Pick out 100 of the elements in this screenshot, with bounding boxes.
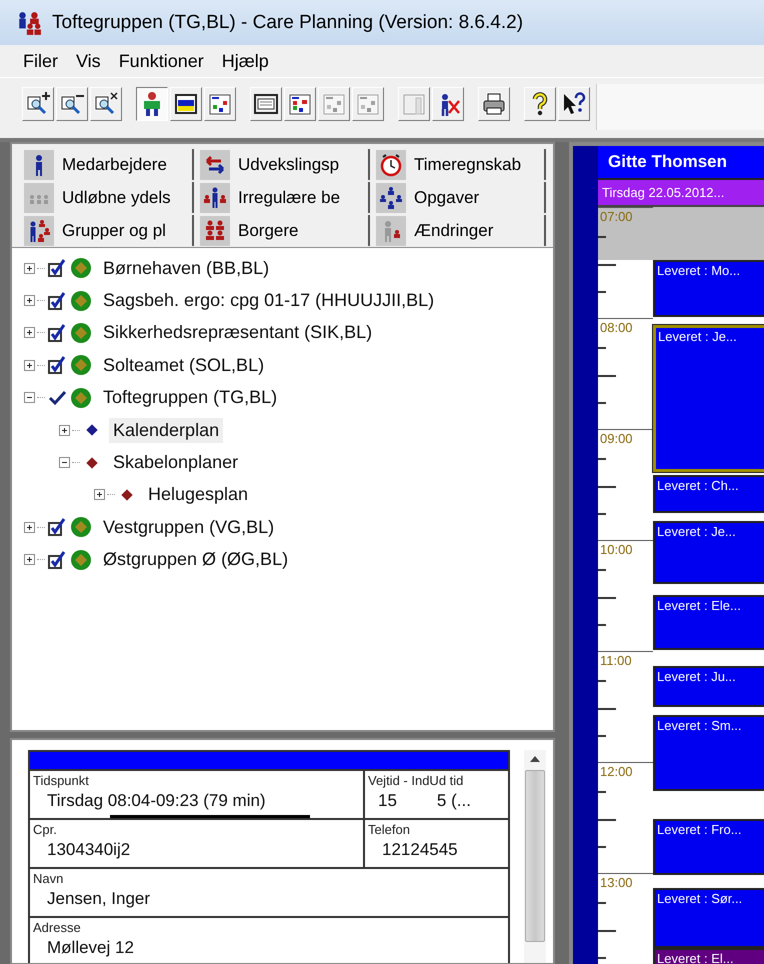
checklist-icon (47, 258, 67, 278)
zoom-in-icon (25, 91, 51, 117)
appointment-text: Leveret : Ch... (656, 478, 739, 493)
people-icon (200, 182, 230, 212)
scroll-thumb[interactable] (525, 770, 545, 942)
tree-item[interactable]: Skabelonplaner (109, 450, 242, 476)
appointment-text: Leveret : Sm... (656, 718, 742, 733)
checklist-icon (47, 355, 67, 376)
group-status-icon (70, 386, 92, 409)
appointment-text: Leveret : Je... (656, 524, 736, 539)
group-status-icon (70, 516, 92, 538)
field-label: Adresse (33, 920, 82, 935)
nav-label: Udvekslingsp (238, 154, 340, 174)
tree-item[interactable]: Sagsbeh. ergo: cpg 01-17 (HHUUJJII,BL) (99, 288, 438, 314)
calendar-button[interactable] (250, 87, 282, 121)
expand-icon[interactable] (24, 522, 35, 533)
appointment-block[interactable]: Leveret : Sør... (653, 888, 764, 948)
expand-icon[interactable] (24, 295, 35, 306)
expand-icon[interactable] (94, 489, 105, 500)
appointment-text: Leveret : Fro... (656, 822, 742, 837)
appointment-text: Leveret : Ju... (656, 669, 736, 684)
printer-button[interactable] (478, 87, 510, 121)
nav-label: Timeregnskab (414, 154, 522, 174)
expand-icon[interactable] (24, 327, 35, 338)
group-status-icon (70, 257, 92, 280)
tree-item[interactable]: Vestgruppen (VG,BL) (99, 514, 278, 540)
nav-label: Opgaver (414, 188, 480, 208)
field-label: Vejtid - IndUd tid (368, 773, 464, 788)
nav-label: Medarbejdere (62, 154, 167, 174)
tree-item[interactable]: Østgruppen Ø (ØG,BL) (99, 547, 292, 572)
tree-item[interactable]: Kalenderplan (109, 418, 224, 443)
field-label: Cpr. (33, 822, 58, 837)
checklist-icon (47, 290, 67, 311)
nav-label: Borgere (238, 220, 298, 240)
appointment-block[interactable]: Leveret : Ele... (653, 595, 764, 650)
calendar-header: Gitte Thomsen (598, 146, 764, 180)
zoom-icon (93, 91, 119, 117)
expand-icon[interactable] (24, 360, 35, 371)
nav-label: Grupper og pl (62, 220, 166, 240)
field-label: Navn (33, 871, 64, 886)
zoom-out-button[interactable] (56, 87, 88, 121)
person-icon (376, 216, 406, 246)
nav-label: Ændringer (414, 220, 494, 240)
hour-label: 12:00 (599, 764, 633, 779)
collapse-icon[interactable] (59, 457, 70, 468)
field-value: 15 (377, 790, 397, 811)
person-button[interactable] (136, 87, 168, 121)
tree-item[interactable]: Toftegruppen (TG,BL) (99, 385, 282, 410)
alarm-clock-icon (376, 150, 406, 180)
zoom-button[interactable] (90, 87, 122, 121)
nav-label: Udløbne ydels (62, 188, 171, 208)
scroll-up-icon[interactable] (530, 756, 540, 762)
tree-item[interactable]: Helugesplan (144, 482, 252, 508)
appointment-text: Leveret : El... (656, 951, 734, 964)
menu-item[interactable]: Filer (14, 50, 67, 72)
person-icon (24, 150, 54, 180)
appointment-block[interactable]: Leveret : Sm... (653, 715, 764, 791)
appointment-block[interactable]: Leveret : Fro... (653, 819, 764, 875)
person-cross-button[interactable] (432, 87, 464, 121)
appointment-text: Leveret : Ele... (656, 598, 741, 613)
appointment-block[interactable]: Leveret : Mo... (653, 260, 764, 317)
expand-icon[interactable] (59, 424, 70, 436)
expand-icon[interactable] (24, 262, 35, 274)
help-pointer-button[interactable] (558, 87, 590, 121)
window-button[interactable] (170, 87, 202, 121)
checklist-icon (47, 517, 67, 538)
tree-item[interactable]: Solteamet (SOL,BL) (99, 352, 268, 378)
squares-button[interactable] (284, 87, 316, 121)
calendar-icon (253, 91, 279, 117)
expand-icon[interactable] (24, 554, 35, 566)
appointment-block[interactable]: Leveret : Ju... (653, 666, 764, 707)
field-label: Tidspunkt (33, 773, 90, 788)
field-value: Jensen, Inger (46, 888, 152, 909)
field-value: 1304340ij2 (46, 839, 132, 860)
menu-item[interactable]: Vis (67, 50, 110, 72)
window-title: Toftegruppen (TG,BL) - Care Planning (Version: 8.6.4.2) (52, 12, 524, 34)
help-button[interactable] (524, 87, 556, 121)
appointment-block[interactable]: Leveret : Je... (653, 325, 764, 472)
appointment-block[interactable]: Leveret : El... (653, 948, 764, 964)
squares-button[interactable] (204, 87, 236, 121)
date-bar: Tirsdag 22.05.2012... (598, 180, 764, 207)
people-icon (24, 182, 54, 212)
tree-item[interactable]: Børnehaven (BB,BL) (99, 256, 274, 281)
appointment-block[interactable]: Leveret : Ch... (653, 475, 764, 513)
zoom-in-button[interactable] (22, 87, 54, 121)
menu-item[interactable]: Hjælp (212, 50, 278, 72)
appointment-text: Leveret : Mo... (656, 263, 740, 278)
field-value: Møllevej 12 (46, 937, 135, 958)
hour-label: 09:00 (599, 431, 633, 446)
field-value: 12124545 (381, 839, 459, 860)
appointment-text: Leveret : Je... (657, 329, 737, 344)
appointment-block[interactable]: Leveret : Je... (653, 521, 764, 584)
collapse-icon[interactable] (24, 392, 35, 404)
group-status-icon (70, 548, 92, 571)
menu-item[interactable]: Funktioner (110, 50, 213, 72)
checklist-icon (47, 322, 67, 343)
scrollbar[interactable] (524, 750, 546, 963)
hour-label: 10:00 (599, 542, 633, 557)
tree-item[interactable]: Sikkerhedsrepræsentant (SIK,BL) (99, 320, 376, 346)
help-pointer-icon (561, 91, 587, 117)
